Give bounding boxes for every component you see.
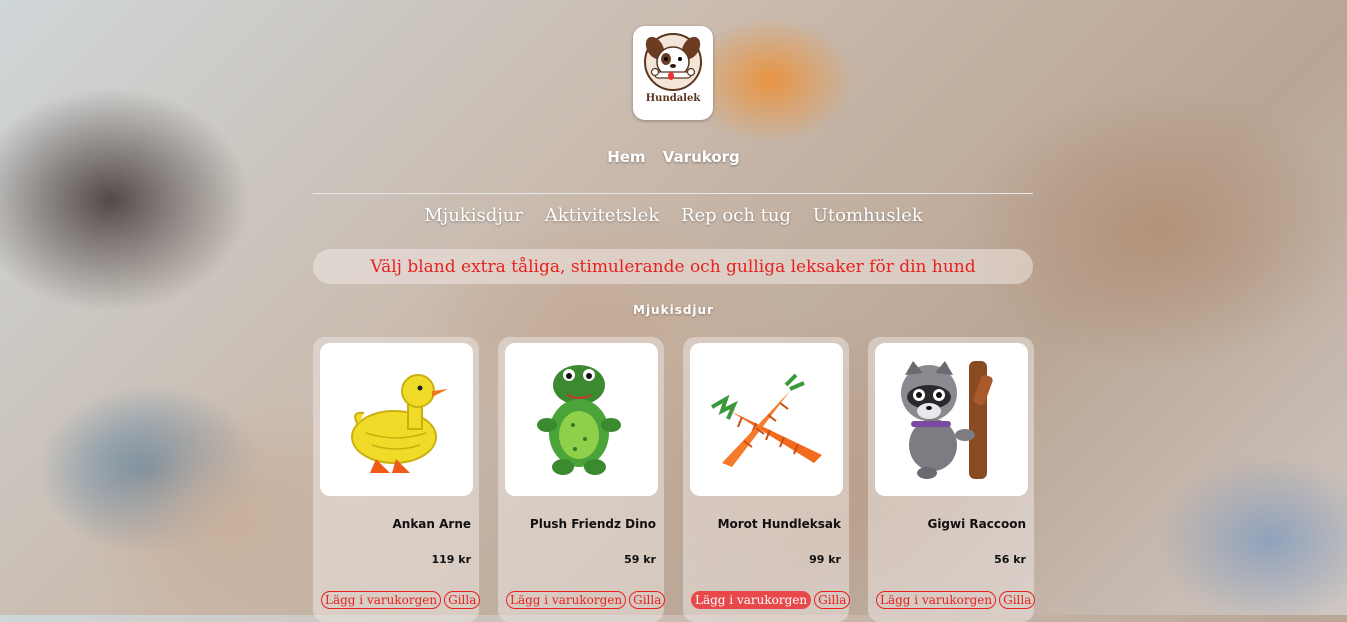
nav-link-cart[interactable]: Varukorg: [663, 148, 740, 166]
product-name: Morot Hundleksak: [717, 517, 841, 531]
product-image[interactable]: [690, 343, 843, 496]
nav-link-home[interactable]: Hem: [607, 148, 645, 166]
like-button[interactable]: Gilla: [814, 591, 851, 609]
product-card: Ankan Arne 119 kr Lägg i varukorgen Gill…: [313, 337, 481, 622]
product-card: Gigwi Raccoon 56 kr Lägg i varukorgen Gi…: [868, 337, 1036, 622]
product-card: Plush Friendz Dino 59 kr Lägg i varukorg…: [498, 337, 666, 622]
dog-logo-icon: [644, 33, 702, 91]
product-price: 119 kr: [431, 553, 471, 566]
raccoon-toy-icon: [900, 360, 993, 479]
category-link-aktivitetslek[interactable]: Aktivitetslek: [545, 205, 660, 226]
product-name: Gigwi Raccoon: [927, 517, 1026, 531]
category-link-rep-och-tug[interactable]: Rep och tug: [681, 205, 791, 226]
add-to-cart-button[interactable]: Lägg i varukorgen: [321, 591, 442, 609]
add-to-cart-button[interactable]: Lägg i varukorgen: [506, 591, 627, 609]
product-name: Ankan Arne: [392, 517, 471, 531]
product-image[interactable]: [875, 343, 1028, 496]
logo-text: Hundalek: [645, 93, 701, 104]
product-price: 56 kr: [994, 553, 1026, 566]
product-price: 99 kr: [809, 553, 841, 566]
product-card: Morot Hundleksak 99 kr Lägg i varukorgen…: [683, 337, 851, 622]
category-link-utomhuslek[interactable]: Utomhuslek: [813, 205, 923, 226]
product-image[interactable]: [320, 343, 473, 496]
tagline-banner: Välj bland extra tåliga, stimulerande oc…: [313, 249, 1033, 284]
site-logo[interactable]: Hundalek: [633, 26, 713, 120]
duck-toy-icon: [350, 373, 448, 473]
product-image[interactable]: [505, 343, 658, 496]
add-to-cart-button[interactable]: Lägg i varukorgen: [876, 591, 997, 609]
category-navigation: Mjukisdjur Aktivitetslek Rep och tug Uto…: [0, 205, 1347, 226]
add-to-cart-button[interactable]: Lägg i varukorgen: [691, 591, 812, 609]
tagline-text: Välj bland extra tåliga, stimulerande oc…: [370, 256, 976, 277]
category-link-mjukisdjur[interactable]: Mjukisdjur: [424, 205, 523, 226]
top-navigation: Hem Varukorg: [0, 148, 1347, 166]
product-name: Plush Friendz Dino: [529, 517, 656, 531]
carrot-toy-icon: [710, 373, 822, 467]
like-button[interactable]: Gilla: [999, 591, 1036, 609]
dino-toy-icon: [536, 364, 621, 475]
section-title: Mjukisdjur: [633, 303, 714, 317]
product-price: 59 kr: [624, 553, 656, 566]
like-button[interactable]: Gilla: [444, 591, 481, 609]
nav-divider: [313, 193, 1033, 194]
like-button[interactable]: Gilla: [629, 591, 666, 609]
